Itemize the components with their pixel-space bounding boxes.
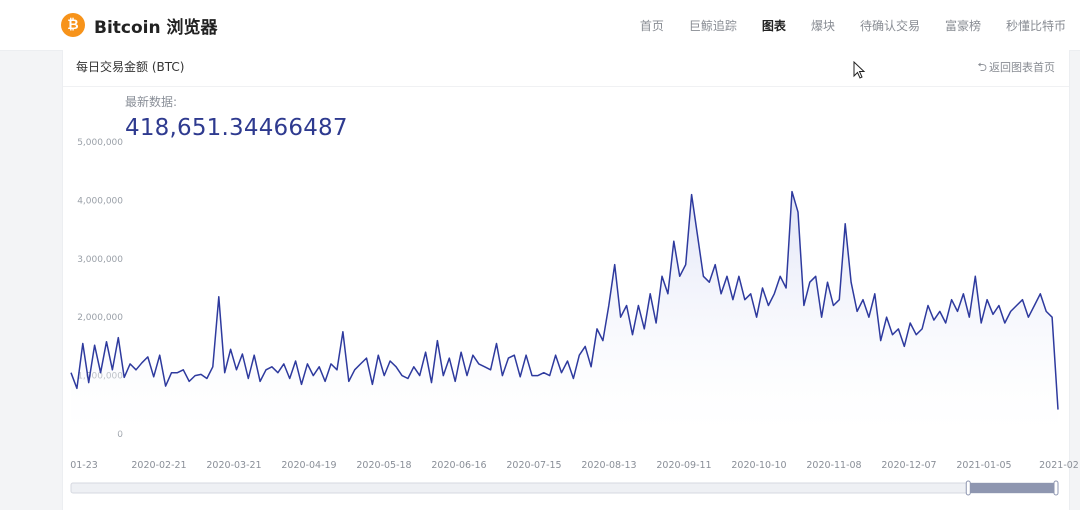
zoom-handle-right[interactable] [1053, 480, 1059, 496]
x-tick-label: 2020-08-13 [581, 460, 636, 471]
zoom-track[interactable] [70, 482, 1058, 494]
y-tick-label: 3,000,000 [77, 255, 123, 265]
x-tick-label: 2020-07-15 [506, 460, 561, 471]
x-tick-label: 2020-05-18 [356, 460, 411, 471]
x-axis: 01-23 2020-02-21 2020-03-21 2020-04-19 2020-… [70, 460, 1079, 471]
x-tick-label: 2020-10-10 [731, 460, 786, 471]
x-tick-label: 2020-02-21 [131, 460, 186, 471]
daily-volume-chart[interactable]: 01,000,0002,000,0003,000,0004,000,0005,0… [0, 0, 1080, 510]
y-tick-label: 4,000,000 [77, 196, 123, 206]
zoom-thumb[interactable] [968, 483, 1057, 493]
x-tick-label: 2020-06-16 [431, 460, 486, 471]
mouse-cursor-icon [853, 61, 866, 79]
zoom-handle-left[interactable] [965, 480, 971, 496]
latest-data-value: 418,651.34466487 [125, 115, 348, 141]
data-zoom-slider[interactable] [70, 480, 1059, 496]
x-tick-label: 01-23 [70, 460, 98, 471]
x-tick-label: 2021-02 [1039, 460, 1079, 471]
x-tick-label: 2020-11-08 [806, 460, 861, 471]
y-tick-label: 5,000,000 [77, 138, 123, 148]
y-tick-label: 2,000,000 [77, 313, 123, 323]
x-tick-label: 2020-04-19 [281, 460, 336, 471]
x-tick-label: 2021-01-05 [956, 460, 1011, 471]
x-tick-label: 2020-12-07 [881, 460, 936, 471]
x-tick-label: 2020-09-11 [656, 460, 711, 471]
latest-data-label: 最新数据: [125, 95, 178, 109]
x-tick-label: 2020-03-21 [206, 460, 261, 471]
series-area [71, 191, 1058, 434]
